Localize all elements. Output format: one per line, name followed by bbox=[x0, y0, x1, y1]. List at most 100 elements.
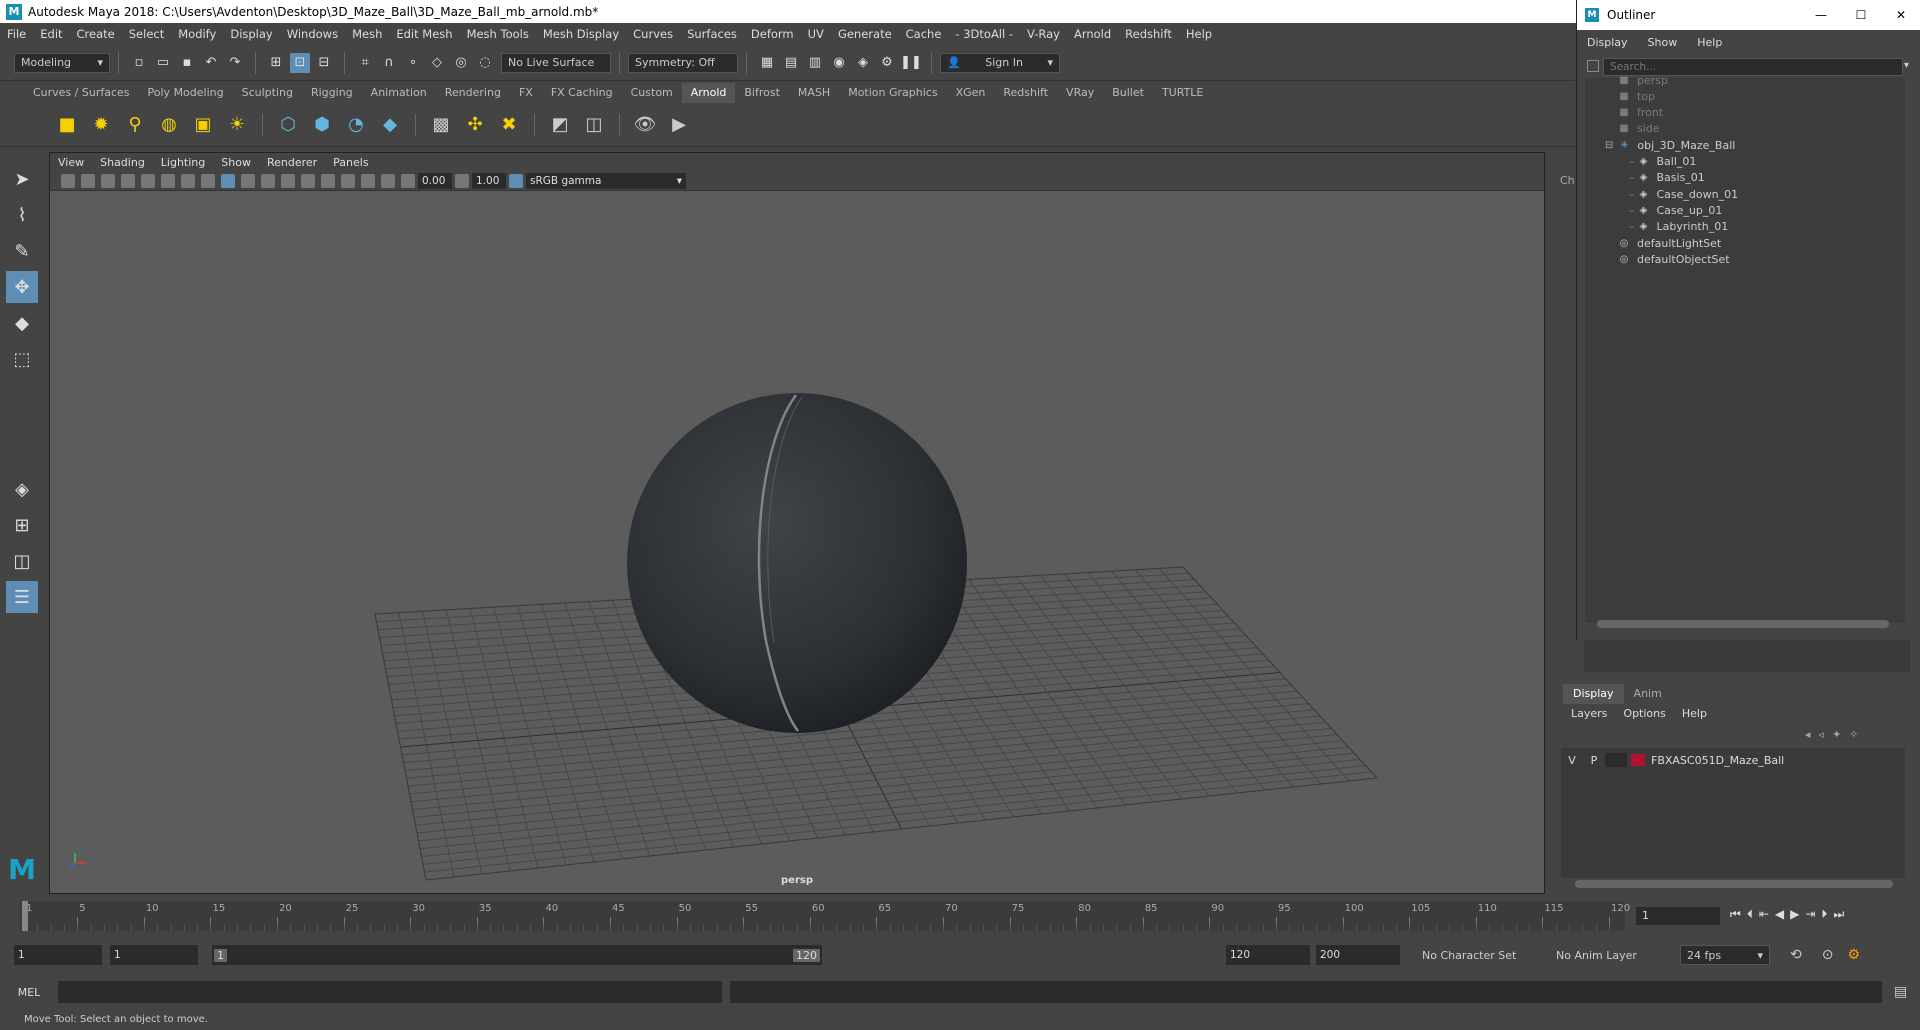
resolution-gate-icon[interactable] bbox=[181, 173, 195, 188]
layer-row[interactable]: V P FBXASC051D_Maze_Ball bbox=[1561, 750, 1905, 770]
isolate-select-icon[interactable] bbox=[361, 173, 375, 188]
outliner-item[interactable]: ◎ defaultObjectSet bbox=[1617, 249, 1730, 269]
menu-v-ray[interactable]: V-Ray bbox=[1020, 27, 1067, 41]
image-plane-icon[interactable] bbox=[121, 173, 135, 188]
outliner-horizontal-scrollbar[interactable] bbox=[1597, 620, 1889, 628]
symmetry-dropdown[interactable]: Symmetry: Off bbox=[628, 52, 738, 73]
go-to-start-icon[interactable]: ⏮ bbox=[1730, 907, 1741, 922]
shelf-tab-fx[interactable]: FX bbox=[510, 83, 542, 103]
ipr-render-icon[interactable]: ▤ bbox=[781, 53, 801, 73]
menu-file[interactable]: File bbox=[0, 27, 33, 41]
channel-box-tab[interactable]: Ch bbox=[1560, 174, 1575, 187]
shelf-tab-fx-caching[interactable]: FX Caching bbox=[542, 83, 622, 103]
menu-mesh-tools[interactable]: Mesh Tools bbox=[460, 27, 536, 41]
shelf-tab-xgen[interactable]: XGen bbox=[947, 83, 995, 103]
outliner-menu-help[interactable]: Help bbox=[1687, 36, 1732, 49]
snap-curve-icon[interactable]: ∩ bbox=[379, 53, 399, 73]
area-light-icon[interactable]: ■ bbox=[54, 112, 80, 138]
shadows-icon[interactable] bbox=[281, 173, 295, 188]
redo-icon[interactable]: ↷ bbox=[225, 53, 245, 73]
menu-display[interactable]: Display bbox=[223, 27, 279, 41]
command-language-label[interactable]: MEL bbox=[0, 986, 58, 999]
layer-tab-anim[interactable]: Anim bbox=[1624, 684, 1672, 704]
move-tool-icon[interactable]: ✥ bbox=[6, 271, 38, 303]
flush-cache-icon[interactable]: ◆ bbox=[377, 112, 403, 138]
time-ruler[interactable]: 1 5 10 15 20 25 30 35 40 45 50 55 60 65 70 75 80 85 90 95 10… bbox=[20, 901, 1630, 931]
shelf-tab-turtle[interactable]: TURTLE bbox=[1153, 83, 1212, 103]
outliner-vertical-scrollbar[interactable] bbox=[1905, 78, 1915, 623]
textured-icon[interactable] bbox=[241, 173, 255, 188]
color-management-icon[interactable] bbox=[509, 173, 523, 188]
shelf-tab-poly-modeling[interactable]: Poly Modeling bbox=[139, 83, 233, 103]
script-editor-icon[interactable]: ▤ bbox=[1894, 984, 1907, 1000]
minimize-icon[interactable]: — bbox=[1801, 8, 1841, 22]
anti-alias-icon[interactable] bbox=[341, 173, 355, 188]
outliner-menu-display[interactable]: Display bbox=[1577, 36, 1638, 49]
eye-icon[interactable]: 👁 bbox=[632, 112, 658, 138]
layer-menu-layers[interactable]: Layers bbox=[1563, 707, 1615, 720]
snap-live-icon[interactable]: ◌ bbox=[475, 53, 495, 73]
snap-view-icon[interactable]: ◇ bbox=[427, 53, 447, 73]
go-to-end-icon[interactable]: ⏭ bbox=[1833, 907, 1844, 922]
ball-sphere[interactable] bbox=[627, 393, 967, 733]
arnold-aov-icon[interactable]: ◫ bbox=[581, 112, 607, 138]
viewport-menu-show[interactable]: Show bbox=[213, 156, 259, 169]
menu-cache[interactable]: Cache bbox=[899, 27, 949, 41]
select-tool-icon[interactable]: ➤ bbox=[6, 163, 38, 195]
playback-start-field[interactable]: 1 bbox=[110, 945, 198, 965]
shelf-tab-custom[interactable]: Custom bbox=[622, 83, 682, 103]
menu-mesh-display[interactable]: Mesh Display bbox=[536, 27, 626, 41]
gamma-icon[interactable] bbox=[455, 173, 469, 188]
select-hierarchy-icon[interactable]: ⊞ bbox=[266, 53, 286, 73]
play-render-icon[interactable]: ▶ bbox=[666, 112, 692, 138]
shelf-tab-motion-graphics[interactable]: Motion Graphics bbox=[839, 83, 946, 103]
menu-mesh[interactable]: Mesh bbox=[345, 27, 389, 41]
open-scene-icon[interactable]: ▭ bbox=[153, 53, 173, 73]
shelf-tab-mash[interactable]: MASH bbox=[789, 83, 839, 103]
preferences-icon[interactable]: ⚙ bbox=[1847, 947, 1860, 963]
volume-icon[interactable]: ⬢ bbox=[309, 112, 335, 138]
menu-arnold[interactable]: Arnold bbox=[1067, 27, 1118, 41]
texture-manager-icon[interactable]: ✣ bbox=[462, 112, 488, 138]
render-settings-icon[interactable]: ▥ bbox=[805, 53, 825, 73]
ambient-occlusion-icon[interactable] bbox=[301, 173, 315, 188]
camera-icon[interactable] bbox=[61, 173, 75, 188]
mesh-light-icon[interactable]: ✹ bbox=[88, 112, 114, 138]
shelf-tab-redshift[interactable]: Redshift bbox=[994, 83, 1057, 103]
viewport-menu-renderer[interactable]: Renderer bbox=[259, 156, 325, 169]
chevron-down-icon[interactable]: ▾ bbox=[1904, 60, 1909, 71]
arnold-render-view-icon[interactable]: ◈ bbox=[853, 53, 873, 73]
viewport-menu-shading[interactable]: Shading bbox=[92, 156, 153, 169]
outliner-menu-show[interactable]: Show bbox=[1638, 36, 1688, 49]
menu-select[interactable]: Select bbox=[122, 27, 171, 41]
shelf-tab-arnold[interactable]: Arnold bbox=[681, 83, 736, 103]
standin-icon[interactable]: ⬡ bbox=[275, 112, 301, 138]
move-layer-up-icon[interactable]: ◂ bbox=[1805, 728, 1811, 741]
menu-surfaces[interactable]: Surfaces bbox=[680, 27, 744, 41]
play-backward-icon[interactable]: ◀ bbox=[1775, 907, 1784, 922]
layer-horizontal-scrollbar[interactable] bbox=[1575, 880, 1893, 888]
gamma-field[interactable]: 1.00 bbox=[472, 172, 506, 189]
shelf-tab-animation[interactable]: Animation bbox=[362, 83, 436, 103]
auto-key-icon[interactable]: ⊙ bbox=[1822, 947, 1834, 963]
grid-icon[interactable] bbox=[141, 173, 155, 188]
maximize-icon[interactable]: ☐ bbox=[1841, 8, 1881, 22]
sign-in-button[interactable]: 👤 Sign In ▾ bbox=[940, 52, 1060, 73]
single-perspective-layout-icon[interactable]: ◈ bbox=[6, 473, 38, 505]
snap-grid-icon[interactable]: ⌗ bbox=[355, 53, 375, 73]
menu-modify[interactable]: Modify bbox=[171, 27, 223, 41]
curve-collector-icon[interactable]: ◔ bbox=[343, 112, 369, 138]
light-portal-icon[interactable]: ▣ bbox=[190, 112, 216, 138]
menu-help[interactable]: Help bbox=[1179, 27, 1219, 41]
undo-icon[interactable]: ↶ bbox=[201, 53, 221, 73]
close-icon[interactable]: ✕ bbox=[1881, 8, 1920, 22]
two-view-layout-icon[interactable]: ◫ bbox=[6, 545, 38, 577]
lights-icon[interactable] bbox=[261, 173, 275, 188]
viewport-menu-view[interactable]: View bbox=[50, 156, 92, 169]
exposure-icon[interactable] bbox=[401, 173, 415, 188]
playback-end-field[interactable]: 120 bbox=[1226, 945, 1310, 965]
shelf-tab-vray[interactable]: VRay bbox=[1057, 83, 1103, 103]
paint-select-tool-icon[interactable]: ✎ bbox=[6, 235, 38, 267]
layer-menu-options[interactable]: Options bbox=[1615, 707, 1673, 720]
shelf-tab-rendering[interactable]: Rendering bbox=[436, 83, 510, 103]
